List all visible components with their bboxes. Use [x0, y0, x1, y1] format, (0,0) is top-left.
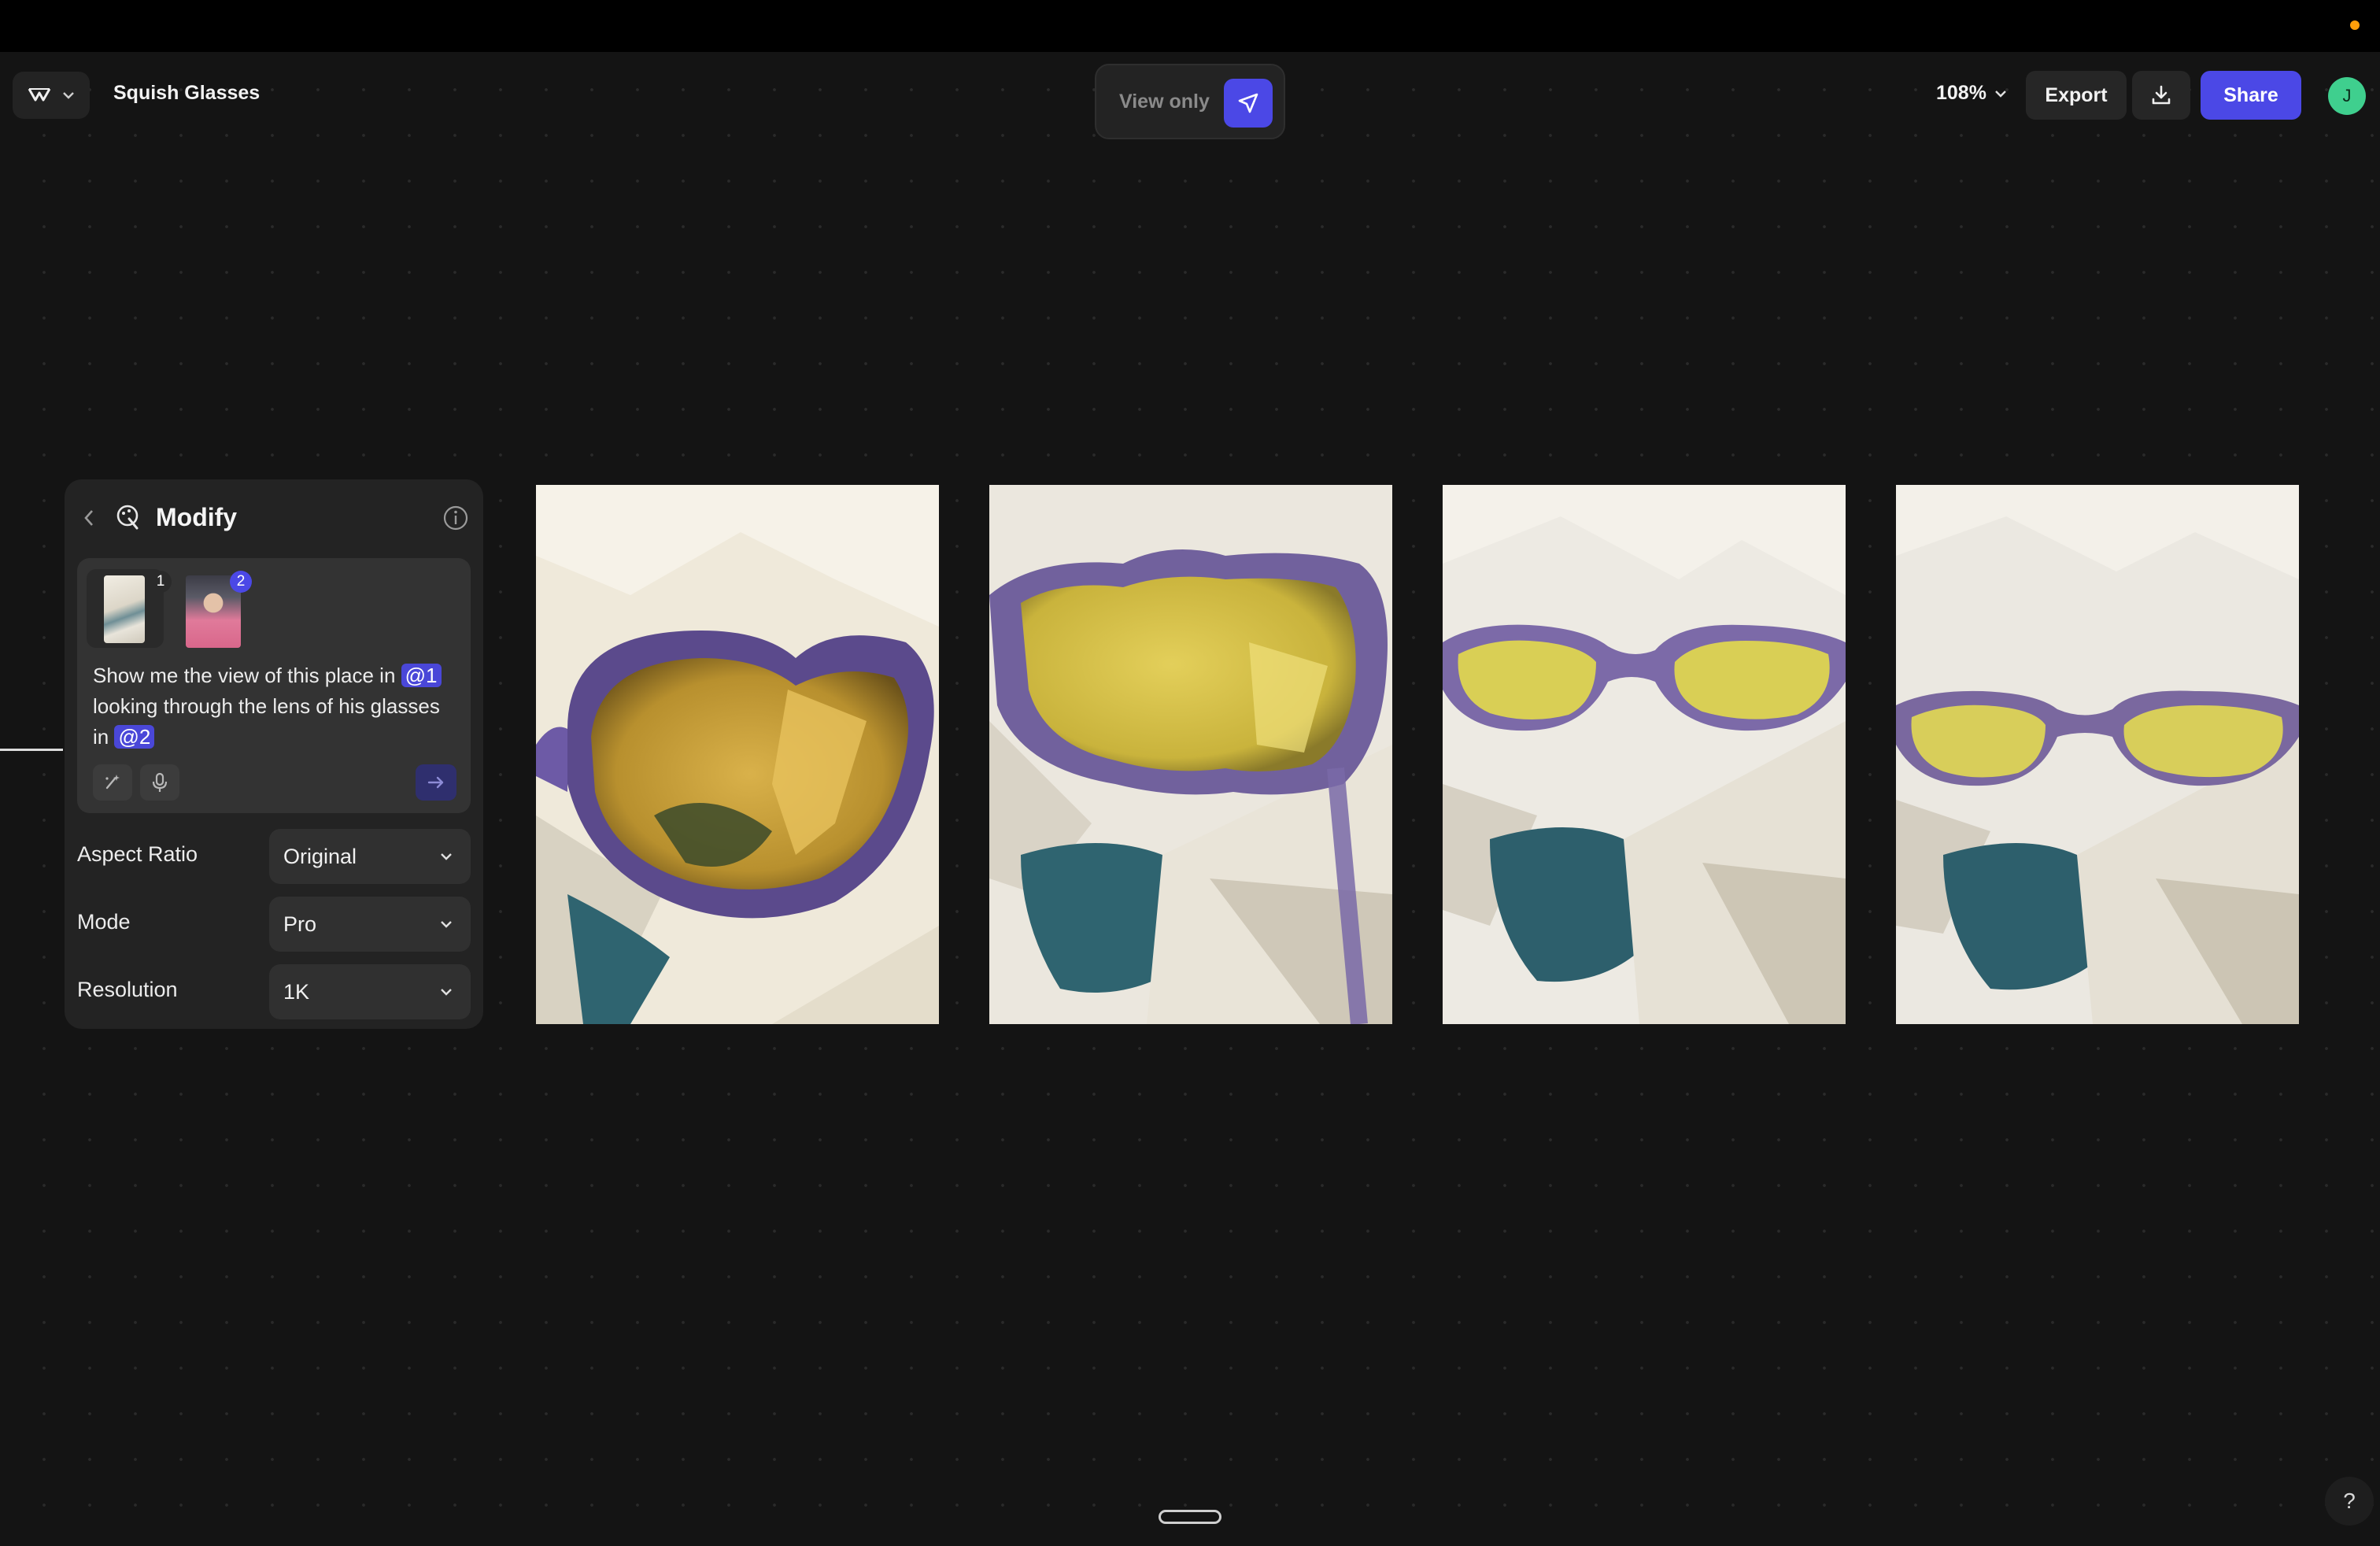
chevron-down-icon	[441, 921, 452, 928]
mode-label: Mode	[77, 910, 131, 934]
image-content	[989, 485, 1392, 1024]
aspect-ratio-value: Original	[283, 844, 357, 868]
view-mode-toggle: View only	[1095, 64, 1285, 139]
download-button[interactable]	[2132, 71, 2190, 120]
reference-thumbnail-2[interactable]: 2	[175, 569, 252, 648]
generated-image-4[interactable]	[1896, 485, 2299, 1024]
image-content	[1443, 485, 1846, 1024]
resolution-value: 1K	[283, 979, 310, 1004]
notification-dot	[2350, 20, 2360, 30]
chevron-down-icon	[1995, 90, 2006, 98]
help-button[interactable]: ?	[2325, 1477, 2374, 1526]
app-logo-icon	[28, 88, 51, 102]
mode-select[interactable]: Pro	[269, 897, 471, 952]
image-content	[536, 485, 939, 1024]
app-menu-button[interactable]	[13, 72, 90, 119]
magic-brush-button[interactable]	[93, 764, 132, 801]
modify-brush-icon	[116, 505, 139, 530]
view-only-label: View only	[1119, 90, 1210, 113]
generated-image-2[interactable]	[989, 485, 1392, 1024]
prompt-text-part: Show me the view of this place in	[93, 664, 396, 687]
download-icon	[2152, 85, 2171, 105]
pointer-tool-button[interactable]	[1224, 79, 1273, 128]
modify-panel: Modify 1 2 Show me the view of this plac…	[65, 479, 483, 1029]
document-title[interactable]: Squish Glasses	[113, 82, 260, 105]
prompt-box: 1 2 Show me the view of this place in @1…	[77, 558, 471, 813]
arrow-right-icon	[427, 776, 444, 789]
thumbnail-badge: 2	[230, 571, 252, 593]
panel-title: Modify	[156, 503, 238, 531]
send-button[interactable]	[416, 764, 456, 801]
generated-image-1[interactable]	[536, 485, 939, 1024]
magic-brush-icon	[105, 775, 120, 790]
connector-line	[0, 749, 63, 751]
mention-tag[interactable]: @1	[401, 664, 442, 687]
info-icon[interactable]	[442, 505, 469, 531]
mention-tag[interactable]: @2	[114, 725, 155, 749]
canvas-scroll-handle[interactable]	[1159, 1510, 1221, 1524]
zoom-dropdown[interactable]: 108%	[1936, 82, 2007, 105]
microphone-icon	[152, 772, 168, 792]
generated-image-3[interactable]	[1443, 485, 1846, 1024]
aspect-ratio-label: Aspect Ratio	[77, 842, 198, 866]
resolution-select[interactable]: 1K	[269, 964, 471, 1019]
prompt-text[interactable]: Show me the view of this place in @1 loo…	[93, 660, 455, 753]
image-content	[1896, 485, 2299, 1024]
back-arrow-icon[interactable]	[82, 508, 96, 528]
chevron-down-icon	[441, 853, 452, 860]
thumbnail-badge: 1	[150, 571, 172, 593]
export-button[interactable]: Export	[2026, 71, 2127, 120]
system-menu-bar	[0, 0, 2380, 52]
reference-thumbnail-1[interactable]: 1	[87, 569, 172, 648]
chevron-down-icon	[441, 989, 452, 996]
cursor-arrow-icon	[1238, 93, 1258, 113]
zoom-level: 108%	[1936, 82, 1986, 104]
avatar[interactable]: J	[2328, 77, 2366, 115]
mode-value: Pro	[283, 912, 317, 936]
aspect-ratio-select[interactable]: Original	[269, 829, 471, 884]
resolution-label: Resolution	[77, 978, 178, 1001]
microphone-button[interactable]	[140, 764, 179, 801]
chevron-down-icon	[63, 92, 74, 99]
share-button[interactable]: Share	[2201, 71, 2301, 120]
canyon-thumbnail-image	[104, 575, 145, 643]
